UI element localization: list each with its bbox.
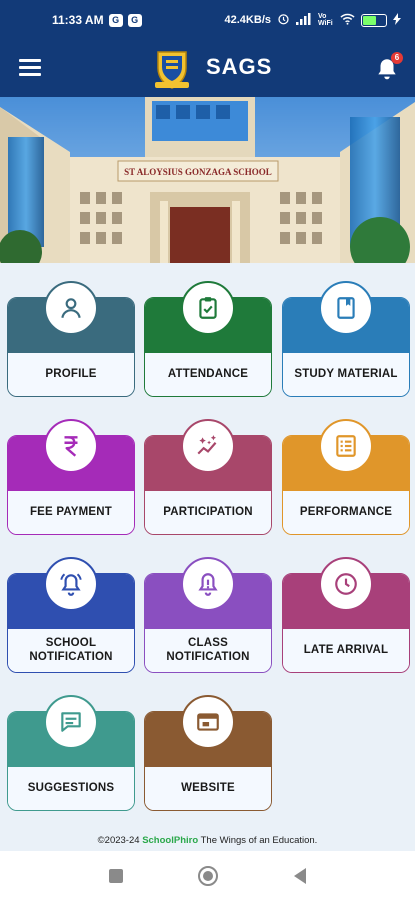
tile-label-area: CLASS NOTIFICATION xyxy=(145,628,271,672)
net-speed: 42.4KB/s xyxy=(224,14,271,26)
person-icon xyxy=(44,281,98,335)
clock-icon xyxy=(319,557,373,611)
charging-icon xyxy=(393,12,401,28)
notification-bell-icon[interactable]: 6 xyxy=(374,52,403,82)
tile-label-area: SUGGESTIONS xyxy=(8,766,134,810)
bell-ring-icon xyxy=(44,557,98,611)
notification-badge-icon: G xyxy=(127,13,142,27)
battery-icon xyxy=(361,13,387,27)
list-icon xyxy=(319,419,373,473)
signal-icon xyxy=(296,12,312,28)
status-right: 42.4KB/s Vo WiFi xyxy=(225,12,401,28)
tile-label-area: PROFILE xyxy=(8,352,134,396)
footer-tagline: The Wings of an Education. xyxy=(200,835,318,846)
tile-label: LATE ARRIVAL xyxy=(303,644,389,657)
wifi-icon xyxy=(340,13,355,28)
tile-label: ATTENDANCE xyxy=(167,368,249,381)
tile-label-area: PARTICIPATION xyxy=(145,490,271,534)
notification-count-badge: 6 xyxy=(391,52,403,64)
chat-icon xyxy=(44,695,98,749)
tile-label-area: LATE ARRIVAL xyxy=(283,628,409,672)
status-bar: 11:33 AM G G 42.4KB/s Vo WiFi xyxy=(0,0,415,40)
tile-label: PROFILE xyxy=(45,368,97,381)
school-banner-image: ST ALOYSIUS GONZAGA SCHOOL xyxy=(0,97,415,263)
status-left: 11:33 AM G G xyxy=(52,13,142,27)
tile-label: CLASS NOTIFICATION xyxy=(166,637,250,664)
hamburger-menu-icon[interactable] xyxy=(19,59,41,77)
bell-icon xyxy=(181,557,235,611)
tile-label: WEBSITE xyxy=(181,782,235,795)
back-button[interactable] xyxy=(289,865,311,887)
tile-label-area: PERFORMANCE xyxy=(283,490,409,534)
rupee-icon xyxy=(44,419,98,473)
footer: ©2023-24 SchoolPhiro The Wings of an Edu… xyxy=(0,835,415,846)
vowifi-label: Vo WiFi xyxy=(318,13,333,27)
battery-level xyxy=(363,15,377,25)
footer-brand: SchoolPhiro xyxy=(142,835,199,846)
sparkle-chart-icon xyxy=(181,419,235,473)
browser-icon xyxy=(181,695,235,749)
app-title: SAGS xyxy=(206,54,273,79)
tile-label: STUDY MATERIAL xyxy=(294,368,398,381)
school-crest-logo xyxy=(154,48,190,90)
tile-label-area: FEE PAYMENT xyxy=(8,490,134,534)
recents-button[interactable] xyxy=(105,865,127,887)
school-sign-text: ST ALOYSIUS GONZAGA SCHOOL xyxy=(124,167,272,177)
tile-label: SUGGESTIONS xyxy=(27,782,115,795)
tile-label-area: SCHOOL NOTIFICATION xyxy=(8,628,134,672)
status-time: 11:33 AM xyxy=(52,13,104,27)
notification-badge-icon: G xyxy=(108,13,123,27)
clipboard-check-icon xyxy=(181,281,235,335)
home-button[interactable] xyxy=(197,865,219,887)
footer-copyright: ©2023-24 xyxy=(97,835,140,846)
tile-label: PERFORMANCE xyxy=(299,506,393,519)
alarm-icon xyxy=(277,12,290,28)
system-nav-bar xyxy=(0,851,415,900)
tile-label-area: ATTENDANCE xyxy=(145,352,271,396)
book-icon xyxy=(319,281,373,335)
app-bar: SAGS 6 xyxy=(0,40,415,97)
tile-label: FEE PAYMENT xyxy=(29,506,113,519)
tile-label: PARTICIPATION xyxy=(163,506,253,519)
tile-label: SCHOOL NOTIFICATION xyxy=(29,637,113,664)
tile-label-area: WEBSITE xyxy=(145,766,271,810)
tile-label-area: STUDY MATERIAL xyxy=(283,352,409,396)
